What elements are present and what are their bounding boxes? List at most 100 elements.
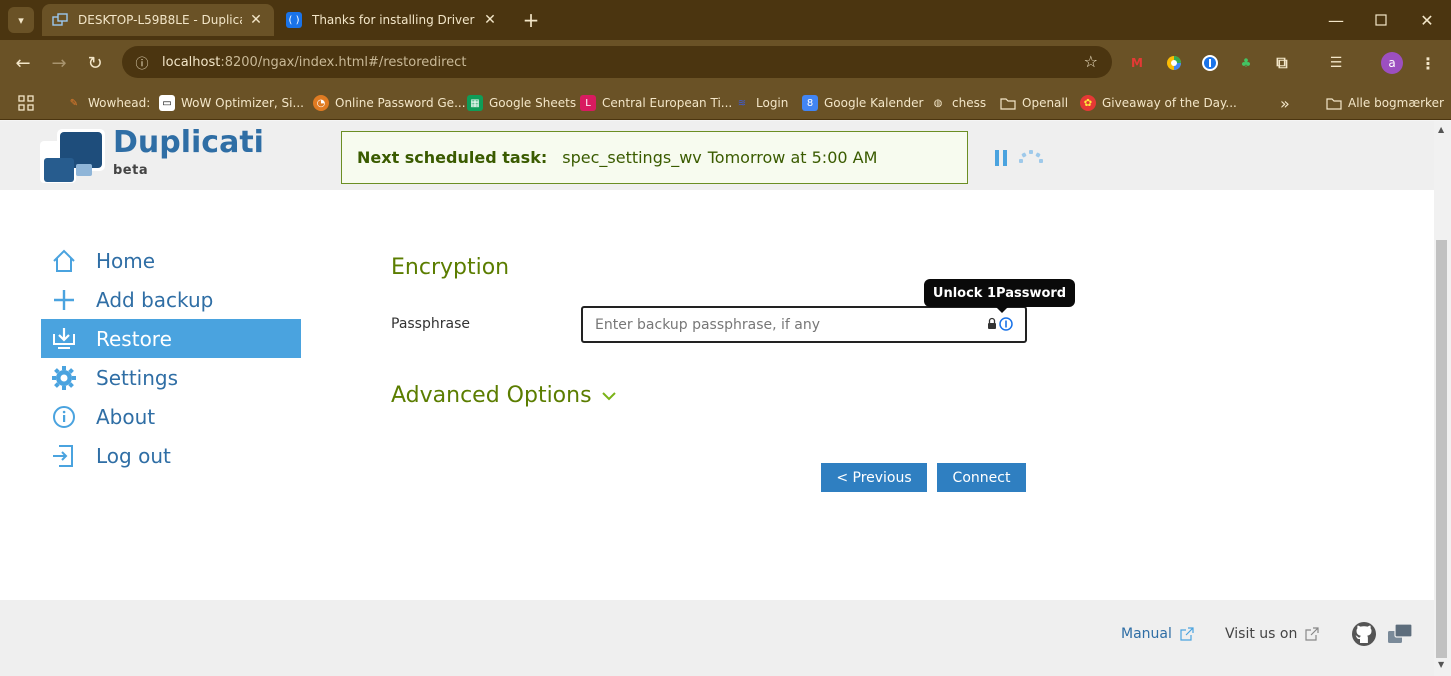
wow-optimizer-icon: ▭ <box>159 95 175 111</box>
app-header: Duplicati beta Next scheduled task: spec… <box>0 121 1434 190</box>
reading-list-icon[interactable]: ☰ <box>1325 52 1347 74</box>
window-close-icon[interactable]: ✕ <box>1404 0 1450 40</box>
scheduled-task-time: Tomorrow at 5:00 AM <box>707 148 878 167</box>
browser-tab-driver-booster[interactable]: ( ) Thanks for installing Driver Boo ✕ <box>276 4 508 36</box>
passphrase-input[interactable] <box>581 306 1027 343</box>
1password-extension-icon[interactable] <box>1199 52 1221 74</box>
maximize-icon[interactable] <box>1358 0 1404 40</box>
bookmark-openall[interactable]: Openall <box>1000 93 1068 113</box>
previous-button[interactable]: < Previous <box>821 463 927 492</box>
bookmark-label: Openall <box>1022 96 1069 110</box>
sidebar-item-label: Settings <box>96 365 179 390</box>
gear-icon <box>49 363 79 393</box>
password-generator-icon: ◔ <box>313 95 329 111</box>
duplicati-logo-small-icon[interactable] <box>1387 622 1413 646</box>
scheduled-task-name[interactable]: spec_settings_wv <box>562 148 702 167</box>
scroll-down-arrow-icon[interactable]: ▼ <box>1438 660 1444 669</box>
gmail-extension-icon[interactable]: M <box>1126 52 1148 74</box>
bookmark-label: Central European Ti... <box>602 96 733 110</box>
pause-icon[interactable] <box>995 150 1007 166</box>
chevron-down-icon <box>601 391 616 400</box>
browser-tab-bar: ▾ DESKTOP-L59B8LE - Duplicati ✕ ( ) Than… <box>0 0 1451 40</box>
sidebar-item-log-out[interactable]: Log out <box>41 436 301 475</box>
bookmark-label: WoW Optimizer, Si... <box>181 96 304 110</box>
bookmarks-bar: ✎ Wowhead: ▭ WoW Optimizer, Si... ◔ Online … <box>0 86 1451 120</box>
profile-avatar[interactable]: a <box>1381 52 1403 74</box>
scrollbar-thumb[interactable] <box>1436 240 1447 658</box>
advanced-options-toggle[interactable]: Advanced Options <box>391 383 616 408</box>
logo-part <box>44 158 74 182</box>
tab-title: Thanks for installing Driver Boo <box>312 13 476 27</box>
bookmark-google-calendar[interactable]: 8 Google Kalender <box>802 93 923 113</box>
tab-close-icon[interactable]: ✕ <box>248 12 264 28</box>
sidebar-item-label: Restore <box>96 326 172 351</box>
advanced-options-label: Advanced Options <box>391 383 592 408</box>
bookmark-chess[interactable]: ◍ chess <box>930 93 986 113</box>
brand-name: Duplicati <box>113 125 264 160</box>
bookmark-central-european-time[interactable]: L Central European Ti... <box>580 93 732 113</box>
scheduled-task-label: Next scheduled task: <box>357 148 548 167</box>
visit-us-label: Visit us on <box>1225 626 1298 642</box>
bookmark-google-sheets[interactable]: ▦ Google Sheets <box>467 93 576 113</box>
bookmark-label: Google Kalender <box>824 96 924 110</box>
folder-icon <box>1000 95 1016 111</box>
url-host: localhost <box>162 54 221 70</box>
extensions-puzzle-icon[interactable]: ⧉ <box>1271 52 1293 74</box>
manual-link[interactable]: Manual <box>1121 626 1194 642</box>
sidebar-item-about[interactable]: About <box>41 397 301 436</box>
github-icon[interactable] <box>1351 621 1377 647</box>
duplicati-page: Duplicati beta Next scheduled task: spec… <box>0 121 1434 676</box>
throttle-icon[interactable] <box>1017 148 1045 166</box>
google-calendar-icon: 8 <box>802 95 818 111</box>
bookmark-login[interactable]: ≋ Login <box>734 93 789 113</box>
frog-extension-icon[interactable]: ♣ <box>1235 52 1257 74</box>
bookmark-wowhead[interactable]: ✎ Wowhead: <box>66 93 151 113</box>
chevron-down-icon: ▾ <box>18 13 24 27</box>
login-wave-icon: ≋ <box>737 97 747 109</box>
sidebar-item-settings[interactable]: Settings <box>41 358 301 397</box>
time-site-icon: L <box>580 95 596 111</box>
url-text[interactable]: localhost:8200/ngax/index.html#/restored… <box>162 55 466 70</box>
sidebar-item-restore[interactable]: Restore <box>41 319 301 358</box>
bookmark-giveaway[interactable]: ✿ Giveaway of the Day... <box>1080 93 1237 113</box>
1password-inline-icon[interactable] <box>986 317 1014 331</box>
sidebar-item-label: About <box>96 404 156 429</box>
new-tab-button[interactable]: + <box>519 8 543 32</box>
external-link-icon <box>1305 627 1319 641</box>
brand-sub: beta <box>113 163 149 178</box>
sidebar-nav: Home Add backup Restore Settings About L… <box>41 241 301 475</box>
bookmark-password-generator[interactable]: ◔ Online Password Ge... <box>313 93 466 113</box>
all-bookmarks[interactable]: Alle bogmærker <box>1326 93 1444 113</box>
tab-search-button[interactable]: ▾ <box>8 7 34 33</box>
bookmark-label: Login <box>756 96 789 110</box>
sidebar-item-home[interactable]: Home <box>41 241 301 280</box>
url-path: :8200/ngax/index.html#/restoredirect <box>220 54 467 70</box>
bookmark-label: Google Sheets <box>489 96 577 110</box>
bookmark-label: chess <box>952 96 987 110</box>
bookmarks-overflow-button[interactable]: » <box>1280 93 1290 113</box>
forward-arrow-icon[interactable]: → <box>46 50 72 76</box>
color-extension-icon[interactable] <box>1163 52 1185 74</box>
bookmark-label: Wowhead: <box>88 96 151 110</box>
reload-icon[interactable]: ↻ <box>82 50 108 76</box>
manual-link-label: Manual <box>1121 626 1172 642</box>
tab-close-icon[interactable]: ✕ <box>482 12 498 28</box>
browser-menu-icon[interactable]: ⋮ <box>1417 52 1439 74</box>
site-info-icon[interactable]: ⓘ <box>126 53 158 72</box>
sidebar-item-label: Home <box>96 248 156 273</box>
restore-icon <box>49 324 79 354</box>
apps-grid-icon[interactable] <box>18 93 34 113</box>
browser-tab-duplicati[interactable]: DESKTOP-L59B8LE - Duplicati ✕ <box>42 4 274 36</box>
bookmark-wow-optimizer[interactable]: ▭ WoW Optimizer, Si... <box>159 93 304 113</box>
back-arrow-icon[interactable]: ← <box>10 50 36 76</box>
bookmark-star-icon[interactable]: ☆ <box>1084 52 1098 71</box>
unlock-1password-tooltip: Unlock 1Password <box>924 279 1075 313</box>
address-bar[interactable]: ⓘ localhost:8200/ngax/index.html#/restor… <box>122 46 1112 78</box>
connect-button[interactable]: Connect <box>937 463 1026 492</box>
sidebar-item-add-backup[interactable]: Add backup <box>41 280 301 319</box>
visit-us-link[interactable]: Visit us on <box>1225 626 1319 642</box>
sidebar-item-label: Add backup <box>96 287 214 312</box>
scroll-up-arrow-icon[interactable]: ▲ <box>1438 125 1444 134</box>
passphrase-label: Passphrase <box>391 316 470 332</box>
minimize-icon[interactable]: — <box>1313 0 1359 40</box>
